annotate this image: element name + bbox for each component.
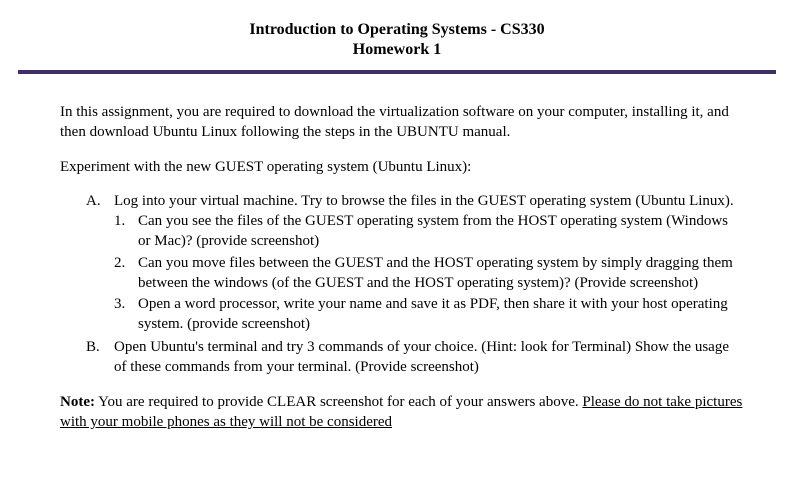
list-item-a1: 1. Can you see the files of the GUEST op… <box>114 211 744 252</box>
document-body: In this assignment, you are required to … <box>10 102 784 433</box>
document-page: Introduction to Operating Systems - CS33… <box>0 0 794 443</box>
list-item-a2-marker: 2. <box>114 253 134 273</box>
note-paragraph: Note: You are required to provide CLEAR … <box>60 392 744 433</box>
header-divider <box>18 70 777 74</box>
list-item-a1-marker: 1. <box>114 211 134 231</box>
list-item-a-text: Log into your virtual machine. Try to br… <box>114 193 734 209</box>
numbered-list: 1. Can you see the files of the GUEST op… <box>114 211 744 335</box>
note-text: You are required to provide CLEAR screen… <box>95 394 582 410</box>
note-label: Note: <box>60 394 95 410</box>
intro-paragraph: In this assignment, you are required to … <box>60 102 744 143</box>
list-item-a: A. Log into your virtual machine. Try to… <box>86 191 744 335</box>
lettered-list: A. Log into your virtual machine. Try to… <box>86 191 744 377</box>
list-item-a3-text: Open a word processor, write your name a… <box>138 296 728 332</box>
title-line-1: Introduction to Operating Systems - CS33… <box>10 20 784 40</box>
title-line-2: Homework 1 <box>10 40 784 60</box>
list-item-a1-text: Can you see the files of the GUEST opera… <box>138 213 728 249</box>
list-item-a2: 2. Can you move files between the GUEST … <box>114 253 744 294</box>
list-item-a2-text: Can you move files between the GUEST and… <box>138 255 733 291</box>
list-item-b-text: Open Ubuntu's terminal and try 3 command… <box>114 339 729 375</box>
list-item-b-marker: B. <box>86 337 110 357</box>
list-item-a3: 3. Open a word processor, write your nam… <box>114 294 744 335</box>
list-item-a3-marker: 3. <box>114 294 134 314</box>
list-item-a-marker: A. <box>86 191 110 211</box>
document-header: Introduction to Operating Systems - CS33… <box>10 20 784 60</box>
list-item-b: B. Open Ubuntu's terminal and try 3 comm… <box>86 337 744 378</box>
experiment-paragraph: Experiment with the new GUEST operating … <box>60 157 744 177</box>
